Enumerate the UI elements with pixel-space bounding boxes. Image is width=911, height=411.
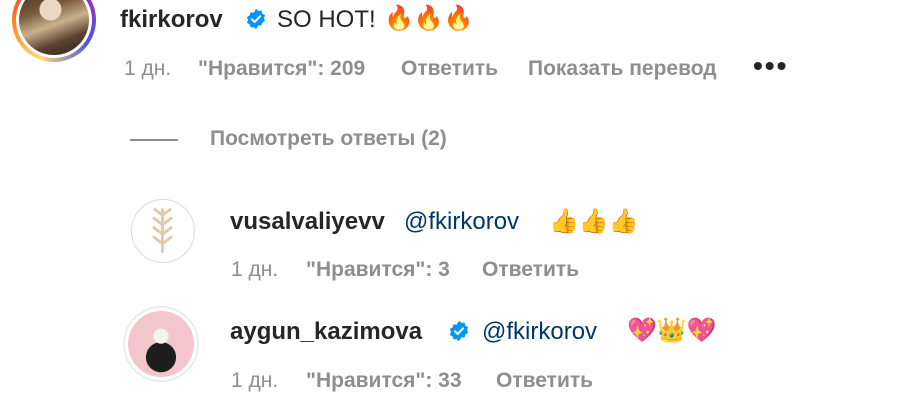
- likes-count[interactable]: "Нравится": 209: [198, 57, 365, 81]
- reply-reply-button[interactable]: Ответить: [482, 258, 579, 282]
- avatar-fkirkorov[interactable]: [12, 0, 96, 62]
- view-replies-button[interactable]: Посмотреть ответы (2): [210, 127, 447, 151]
- view-replies-divider: [130, 139, 178, 141]
- comment-username[interactable]: fkirkorov: [120, 6, 223, 34]
- avatar-photo: [19, 0, 89, 55]
- thumbs-up-emoji-icon: 👍👍👍: [549, 207, 639, 235]
- avatar-ring-inner: [16, 0, 92, 58]
- reply-mention-link[interactable]: @fkirkorov: [404, 208, 519, 236]
- verified-badge-icon: [449, 320, 469, 342]
- reply-timestamp[interactable]: 1 дн.: [231, 369, 278, 393]
- reply-likes-count[interactable]: "Нравится": 33: [306, 369, 462, 393]
- reply-likes-count[interactable]: "Нравится": 3: [306, 258, 450, 282]
- heart-crown-emoji-icon: 💖👑💖: [627, 316, 717, 344]
- reply-username[interactable]: vusalvaliyevv: [230, 208, 385, 236]
- comment-text: SO HOT!: [277, 6, 376, 33]
- comment-timestamp[interactable]: 1 дн.: [124, 57, 171, 81]
- avatar-photo: [128, 311, 194, 377]
- more-options-icon[interactable]: •••: [753, 52, 788, 80]
- fire-emoji-icon: 🔥🔥🔥: [384, 4, 474, 32]
- verified-badge-icon: [246, 8, 266, 30]
- wheat-logo-icon: [152, 208, 173, 253]
- avatar-aygun-kazimova[interactable]: [123, 306, 199, 382]
- reply-reply-button[interactable]: Ответить: [496, 369, 593, 393]
- reply-username[interactable]: aygun_kazimova: [230, 318, 422, 346]
- reply-button[interactable]: Ответить: [401, 57, 498, 81]
- show-translation-button[interactable]: Показать перевод: [528, 57, 717, 81]
- avatar-vusalvaliyevv[interactable]: [131, 199, 195, 263]
- reply-timestamp[interactable]: 1 дн.: [231, 258, 278, 282]
- reply-mention-link[interactable]: @fkirkorov: [482, 318, 597, 346]
